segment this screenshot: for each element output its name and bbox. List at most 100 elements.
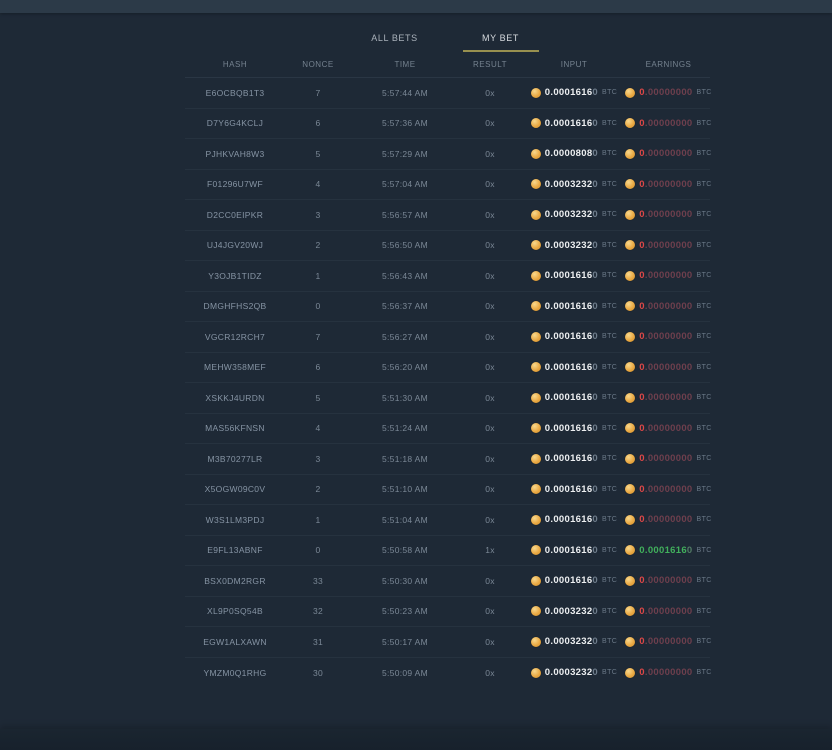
bet-earnings-amount: 0.00000000	[639, 179, 692, 190]
bet-input: 0.00016160 BTC	[521, 575, 627, 586]
bet-input-amount: 0.00016160	[545, 545, 598, 556]
btc-coin-icon	[531, 362, 541, 372]
bet-time: 5:51:24 AM	[351, 423, 459, 433]
bet-result: 0x	[459, 393, 521, 403]
btc-currency-label: BTC	[697, 89, 712, 96]
bet-nonce: 0	[285, 301, 351, 311]
bet-earnings: 0.00000000 BTC	[627, 423, 710, 434]
bet-input: 0.00032320 BTC	[521, 240, 627, 251]
btc-coin-icon	[531, 149, 541, 159]
bet-row: MAS56KFNSN 4 5:51:24 AM 0x 0.00016160 BT…	[185, 414, 710, 445]
bet-input-amount: 0.00032320	[545, 606, 598, 617]
bet-earnings: 0.00000000 BTC	[627, 667, 710, 678]
bet-input-amount: 0.00008080	[545, 148, 598, 159]
btc-currency-label: BTC	[697, 272, 712, 279]
bet-nonce: 31	[285, 637, 351, 647]
bet-input: 0.00032320 BTC	[521, 179, 627, 190]
btc-coin-icon	[531, 332, 541, 342]
btc-currency-label: BTC	[602, 181, 617, 188]
btc-coin-icon	[625, 118, 635, 128]
btc-currency-label: BTC	[602, 669, 617, 676]
bet-nonce: 1	[285, 271, 351, 281]
btc-currency-label: BTC	[697, 394, 712, 401]
bet-input-amount: 0.00016160	[545, 514, 598, 525]
btc-currency-label: BTC	[697, 303, 712, 310]
bet-row: YMZM0Q1RHG 30 5:50:09 AM 0x 0.00032320 B…	[185, 658, 710, 689]
bet-earnings: 0.00000000 BTC	[627, 148, 710, 159]
btc-coin-icon	[625, 515, 635, 525]
bet-earnings-amount: 0.00016160	[639, 545, 692, 556]
bet-time: 5:56:37 AM	[351, 301, 459, 311]
bet-input: 0.00016160 BTC	[521, 301, 627, 312]
bet-row: XL9P0SQ54B 32 5:50:23 AM 0x 0.00032320 B…	[185, 597, 710, 628]
bet-row: E6OCBQB1T3 7 5:57:44 AM 0x 0.00016160 BT…	[185, 78, 710, 109]
bet-earnings-amount: 0.00000000	[639, 575, 692, 586]
tab-my-bet[interactable]: MY BET	[462, 28, 540, 52]
bet-input-amount: 0.00016160	[545, 484, 598, 495]
bet-input-amount: 0.00032320	[545, 240, 598, 251]
bet-nonce: 7	[285, 332, 351, 342]
bet-result: 0x	[459, 179, 521, 189]
bet-input-amount: 0.00016160	[545, 270, 598, 281]
bet-result: 0x	[459, 606, 521, 616]
bet-row: W3S1LM3PDJ 1 5:51:04 AM 0x 0.00016160 BT…	[185, 505, 710, 536]
bet-row: UJ4JGV20WJ 2 5:56:50 AM 0x 0.00032320 BT…	[185, 231, 710, 262]
bet-hash: E6OCBQB1T3	[185, 88, 285, 98]
bets-table-body: E6OCBQB1T3 7 5:57:44 AM 0x 0.00016160 BT…	[185, 78, 710, 688]
bet-earnings-amount: 0.00000000	[639, 148, 692, 159]
bet-input-amount: 0.00016160	[545, 331, 598, 342]
bet-input: 0.00032320 BTC	[521, 636, 627, 647]
bet-earnings-amount: 0.00000000	[639, 301, 692, 312]
btc-coin-icon	[531, 179, 541, 189]
bet-row: XSKKJ4URDN 5 5:51:30 AM 0x 0.00016160 BT…	[185, 383, 710, 414]
bet-nonce: 2	[285, 484, 351, 494]
bet-nonce: 5	[285, 393, 351, 403]
bet-result: 0x	[459, 210, 521, 220]
bet-time: 5:50:58 AM	[351, 545, 459, 555]
bet-input-amount: 0.00016160	[545, 87, 598, 98]
bet-earnings: 0.00000000 BTC	[627, 362, 710, 373]
bet-time: 5:50:09 AM	[351, 668, 459, 678]
bet-earnings: 0.00000000 BTC	[627, 179, 710, 190]
top-navigation-bar	[0, 0, 832, 13]
bet-row: MEHW358MEF 6 5:56:20 AM 0x 0.00016160 BT…	[185, 353, 710, 384]
btc-currency-label: BTC	[697, 455, 712, 462]
bet-result: 0x	[459, 484, 521, 494]
bet-input-amount: 0.00016160	[545, 423, 598, 434]
btc-coin-icon	[531, 484, 541, 494]
bet-nonce: 4	[285, 423, 351, 433]
bet-earnings: 0.00000000 BTC	[627, 514, 710, 525]
btc-currency-label: BTC	[697, 638, 712, 645]
bet-nonce: 5	[285, 149, 351, 159]
btc-currency-label: BTC	[602, 364, 617, 371]
bet-row: PJHKVAH8W3 5 5:57:29 AM 0x 0.00008080 BT…	[185, 139, 710, 170]
btc-coin-icon	[531, 210, 541, 220]
btc-currency-label: BTC	[602, 577, 617, 584]
bet-earnings-amount: 0.00000000	[639, 87, 692, 98]
bet-nonce: 7	[285, 88, 351, 98]
bet-result: 0x	[459, 240, 521, 250]
bet-nonce: 1	[285, 515, 351, 525]
bet-input-amount: 0.00032320	[545, 636, 598, 647]
bets-panel: ALL BETS MY BET HASH NONCE TIME RESULT I…	[185, 28, 710, 688]
bet-hash: D2CC0EIPKR	[185, 210, 285, 220]
bet-hash: MAS56KFNSN	[185, 423, 285, 433]
btc-currency-label: BTC	[697, 211, 712, 218]
bet-hash: EGW1ALXAWN	[185, 637, 285, 647]
bet-nonce: 32	[285, 606, 351, 616]
btc-coin-icon	[625, 668, 635, 678]
bet-input: 0.00032320 BTC	[521, 209, 627, 220]
tab-all-bets[interactable]: ALL BETS	[356, 28, 434, 52]
bet-row: D7Y6G4KCLJ 6 5:57:36 AM 0x 0.00016160 BT…	[185, 109, 710, 140]
bet-nonce: 4	[285, 179, 351, 189]
bet-input-amount: 0.00032320	[545, 667, 598, 678]
bet-earnings: 0.00000000 BTC	[627, 453, 710, 464]
bet-input: 0.00016160 BTC	[521, 270, 627, 281]
btc-currency-label: BTC	[602, 425, 617, 432]
bet-earnings: 0.00000000 BTC	[627, 301, 710, 312]
btc-coin-icon	[625, 149, 635, 159]
btc-currency-label: BTC	[697, 181, 712, 188]
btc-currency-label: BTC	[697, 547, 712, 554]
btc-coin-icon	[531, 515, 541, 525]
btc-coin-icon	[531, 393, 541, 403]
